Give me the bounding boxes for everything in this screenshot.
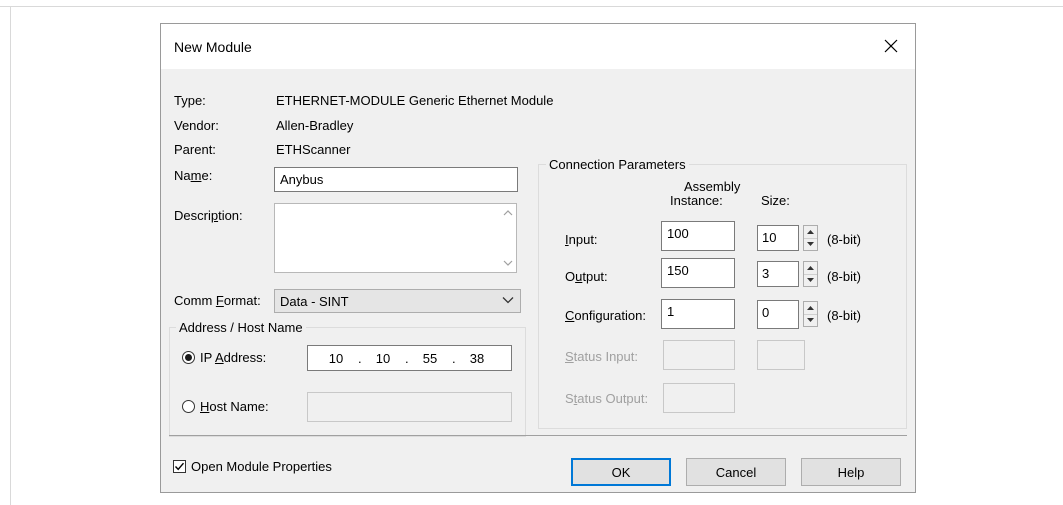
configuration-label: Configuration: <box>565 308 646 323</box>
footer-separator <box>169 435 907 436</box>
configuration-size-unit: (8-bit) <box>827 308 861 323</box>
triangle-up-icon <box>807 229 814 234</box>
host-name-label: Host Name: <box>200 399 269 414</box>
scroll-up-icon[interactable] <box>503 210 513 216</box>
configuration-size-down-button[interactable] <box>804 315 817 327</box>
configuration-size-stepper[interactable] <box>803 301 818 327</box>
status-input-instance-field[interactable] <box>663 340 735 370</box>
ip-octet-1[interactable]: 10 <box>323 351 349 366</box>
input-size-down-button[interactable] <box>804 239 817 251</box>
comm-format-value: Data - SINT <box>280 294 349 309</box>
ip-address-label: IP Address: <box>200 350 267 365</box>
close-icon <box>884 39 898 53</box>
dialog-titlebar: New Module <box>161 24 915 69</box>
open-module-properties-checkbox[interactable] <box>173 460 186 473</box>
address-group-title: Address / Host Name <box>176 320 306 335</box>
output-label: Output: <box>565 269 608 284</box>
description-textarea[interactable] <box>274 203 517 273</box>
output-size-stepper[interactable] <box>803 261 818 287</box>
assembly-column-header-line2: Instance: <box>670 193 723 208</box>
ip-dot: . <box>452 351 456 366</box>
configuration-instance-field[interactable]: 1 <box>661 299 735 329</box>
connection-parameters-title: Connection Parameters <box>546 157 689 172</box>
size-column-header: Size: <box>761 193 790 208</box>
name-input[interactable]: Anybus <box>274 167 518 192</box>
output-size-down-button[interactable] <box>804 275 817 287</box>
triangle-down-icon <box>807 318 814 323</box>
open-module-properties-label[interactable]: Open Module Properties <box>191 459 332 474</box>
name-label: Name: <box>174 168 213 183</box>
configuration-size-field[interactable]: 0 <box>757 300 799 329</box>
output-instance-field[interactable]: 150 <box>661 258 735 288</box>
triangle-down-icon <box>807 278 814 283</box>
triangle-up-icon <box>807 305 814 310</box>
ip-octet-4[interactable]: 38 <box>464 351 490 366</box>
ip-octet-3[interactable]: 55 <box>417 351 443 366</box>
comm-format-select[interactable]: Data - SINT <box>274 289 521 313</box>
status-output-label: Status Output: <box>565 391 649 406</box>
ip-address-input[interactable]: 10 . 10 . 55 . 38 <box>307 345 512 371</box>
input-instance-field[interactable]: 100 <box>661 221 735 251</box>
parent-label: Parent: <box>174 142 216 157</box>
configuration-size-up-button[interactable] <box>804 302 817 315</box>
type-value: ETHERNET-MODULE Generic Ethernet Module <box>276 93 554 108</box>
ip-dot: . <box>358 351 362 366</box>
parent-value: ETHScanner <box>276 142 351 157</box>
host-name-radio[interactable] <box>182 400 195 413</box>
status-input-size-field[interactable] <box>757 340 805 370</box>
triangle-down-icon <box>807 242 814 247</box>
type-label: Type: <box>174 93 206 108</box>
output-size-unit: (8-bit) <box>827 269 861 284</box>
close-button[interactable] <box>877 33 905 59</box>
output-size-up-button[interactable] <box>804 262 817 275</box>
input-size-field[interactable]: 10 <box>757 225 799 251</box>
host-name-input[interactable] <box>307 392 512 422</box>
comm-format-label: Comm Format: <box>174 293 261 308</box>
status-output-instance-field[interactable] <box>663 383 735 413</box>
ip-dot: . <box>405 351 409 366</box>
description-scrollbar[interactable] <box>499 204 516 272</box>
dialog-title: New Module <box>174 39 252 55</box>
assembly-column-header-line1: Assembly <box>684 179 741 194</box>
cancel-button[interactable]: Cancel <box>686 458 786 486</box>
input-size-unit: (8-bit) <box>827 232 861 247</box>
new-module-dialog: New Module Type: ETHERNET-MODULE Generic… <box>160 23 916 493</box>
page-border-top <box>0 6 1063 7</box>
ip-address-radio[interactable] <box>182 351 195 364</box>
chevron-down-icon <box>502 297 514 304</box>
input-label: Input: <box>565 232 598 247</box>
help-button[interactable]: Help <box>801 458 901 486</box>
triangle-up-icon <box>807 265 814 270</box>
description-label: Description: <box>174 208 243 223</box>
output-size-field[interactable]: 3 <box>757 261 799 287</box>
input-size-up-button[interactable] <box>804 226 817 239</box>
checkmark-icon <box>174 462 185 471</box>
input-size-stepper[interactable] <box>803 225 818 251</box>
scroll-down-icon[interactable] <box>503 260 513 266</box>
ip-octet-2[interactable]: 10 <box>370 351 396 366</box>
status-input-label: Status Input: <box>565 349 638 364</box>
ok-button[interactable]: OK <box>571 458 671 486</box>
vendor-label: Vendor: <box>174 118 219 133</box>
page-border-left <box>10 6 11 505</box>
vendor-value: Allen-Bradley <box>276 118 354 133</box>
